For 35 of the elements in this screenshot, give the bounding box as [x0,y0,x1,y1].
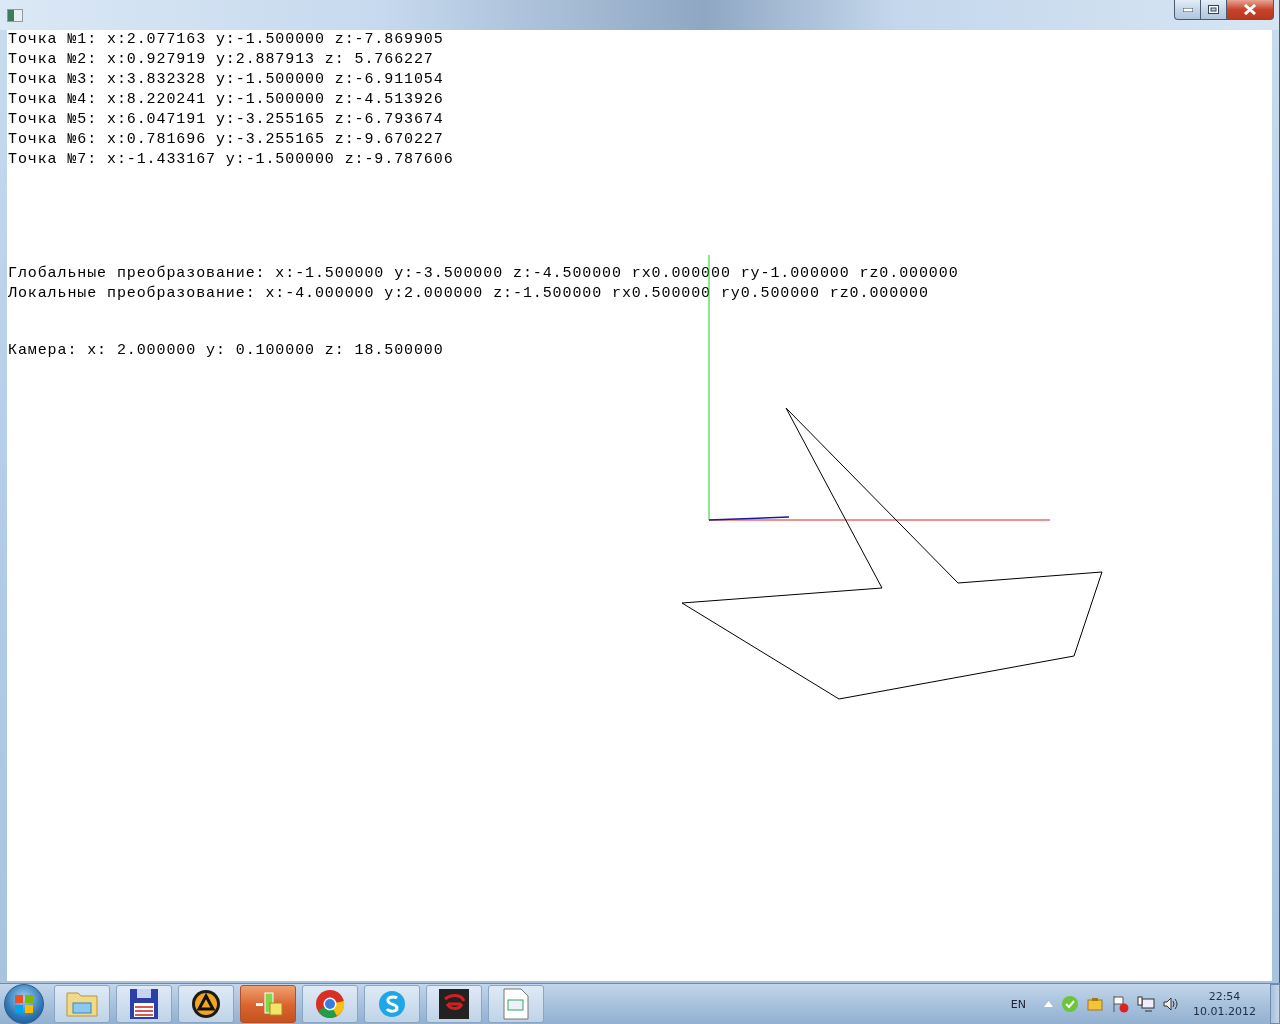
minimize-button[interactable] [1174,0,1201,20]
windows-logo-icon [14,994,34,1014]
point-coordinates: Точка №6: x:0.781696 y:-3.255165 z:-9.670227 [8,130,445,150]
speaker-icon[interactable] [1163,997,1179,1011]
point-coordinates: Точка №3: x:3.832328 y:-1.500000 z:-6.911054 [8,70,445,90]
chat-logo-icon [377,989,407,1019]
restore-icon [1208,5,1219,14]
point-coordinates: Точка №1: x:2.077163 y:-1.500000 z:-7.869905 [8,30,445,50]
transform-values: Локальные преобразование: x:-4.000000 y:2.000000 z:-1.500000 rx0.500000 ry0.500000 rz0.000000 [8,284,930,304]
transform-values: Глобальные преобразование: x:-1.500000 y:-3.500000 z:-4.500000 rx0.000000 ry-1.000000 rz0.000000 [8,264,960,284]
app-icon [7,9,23,22]
close-icon [1243,4,1257,15]
flag-error-icon[interactable] [1111,995,1129,1013]
minimize-icon [1182,7,1193,12]
maximize-button[interactable] [1200,0,1227,20]
clock-time[interactable]: 22:54 [1208,989,1241,1004]
start-button[interactable] [4,984,44,1024]
taskbar-button[interactable] [116,985,172,1023]
document-icon [503,988,529,1020]
taskbar-button[interactable] [178,985,234,1023]
close-button[interactable] [1226,0,1274,20]
swirl-logo-icon [439,989,469,1019]
triangle-logo-icon [191,989,221,1019]
show-desktop-button[interactable] [1270,984,1280,1024]
taskbar-button[interactable] [426,985,482,1023]
point-coordinates: Точка №4: x:8.220241 y:-1.500000 z:-4.513926 [8,90,445,110]
point-coordinates: Точка №2: x:0.927919 y:2.887913 z: 5.766227 [8,50,435,70]
browser-logo-icon [315,989,345,1019]
language-indicator[interactable]: EN [1010,997,1026,1011]
camera-position: Камера: x: 2.000000 y: 0.100000 z: 18.500000 [8,341,445,361]
point-coordinates: Точка №5: x:6.047191 y:-3.255165 z:-6.793674 [8,110,445,130]
network-icon[interactable] [1137,996,1155,1012]
folder-icon [65,989,99,1019]
point-coordinates: Точка №7: x:-1.433167 y:-1.500000 z:-9.787606 [8,150,455,170]
clock-date[interactable]: 10.01.2012 [1193,1004,1256,1019]
